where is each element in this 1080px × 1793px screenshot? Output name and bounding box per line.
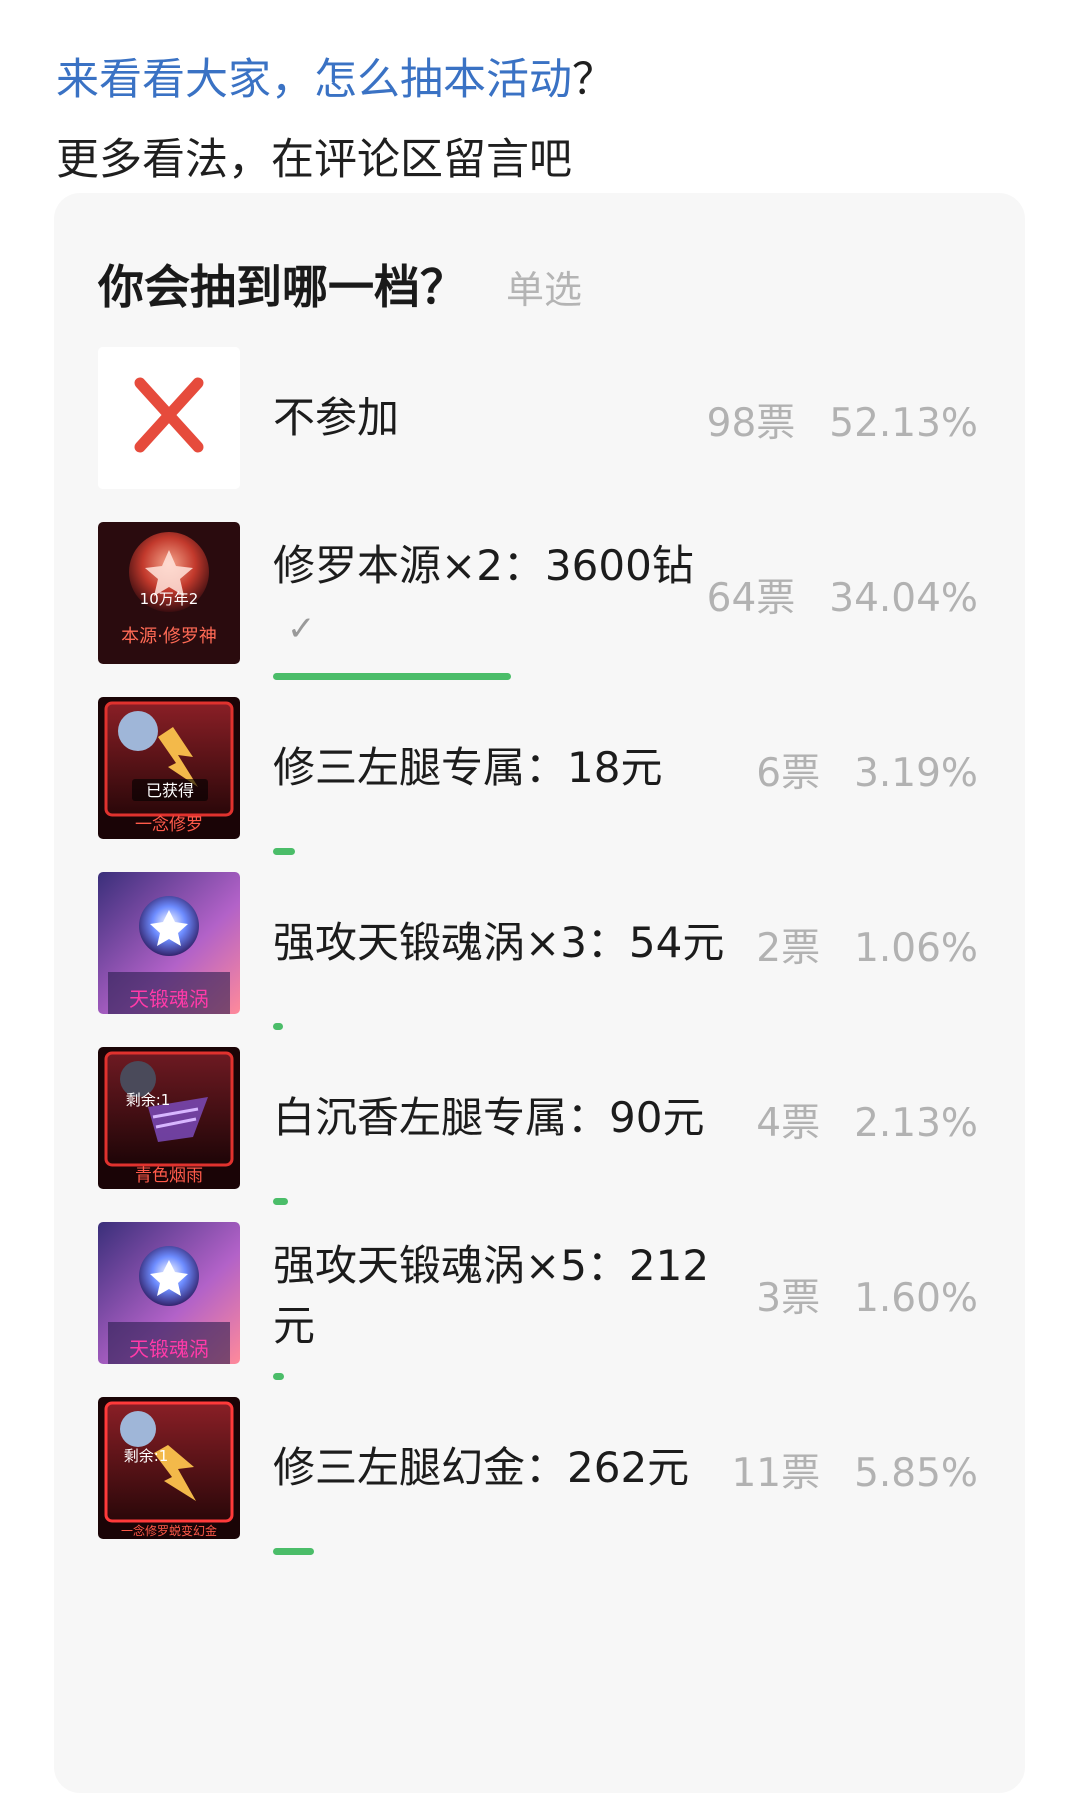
thumb-caption: 一念修罗蜕变幻金 bbox=[121, 1523, 217, 1538]
option-label: 修三左腿幻金：262元 bbox=[273, 1443, 690, 1492]
poll-option-not-participate[interactable]: 不参加 98票 52.13% bbox=[98, 345, 978, 505]
activity-link[interactable]: 来看看大家，怎么抽本活动？ bbox=[56, 40, 1036, 120]
vote-bar bbox=[273, 1548, 314, 1555]
intro-subtitle: 更多看法，在评论区留言吧 bbox=[56, 135, 572, 185]
option-label: 白沉香左腿专属：90元 bbox=[273, 1093, 705, 1142]
poll-option-baichenxiang-left-leg[interactable]: 剩余:1 青色烟雨 白沉香左腿专属：90元 4票 2.13% bbox=[98, 1045, 978, 1205]
vote-bar bbox=[273, 1023, 283, 1030]
vote-bar bbox=[273, 1373, 284, 1380]
vote-percent: 1.60% bbox=[854, 1276, 978, 1321]
thumb-caption-top: 剩余:1 bbox=[124, 1447, 169, 1465]
vote-count: 6票 bbox=[756, 751, 821, 796]
vote-percent: 34.04% bbox=[829, 576, 978, 621]
tianduan-vortex-card: 天锻魂涡 bbox=[98, 872, 240, 1014]
poll-type-label: 单选 bbox=[506, 268, 583, 312]
vote-count: 98票 bbox=[706, 401, 796, 446]
checkmark-icon: ✓ bbox=[287, 609, 316, 649]
thumb-caption-top: 已获得 bbox=[146, 781, 194, 800]
option-label: 修三左腿专属：18元 bbox=[273, 743, 663, 792]
option-stats: 6票 3.19% bbox=[756, 742, 978, 798]
vote-percent: 52.13% bbox=[829, 401, 978, 446]
poll-header: 你会抽到哪一档？ 单选 bbox=[98, 251, 582, 317]
option-stats: 2票 1.06% bbox=[756, 917, 978, 973]
option-stats: 98票 52.13% bbox=[707, 392, 978, 448]
vote-count: 3票 bbox=[756, 1276, 821, 1321]
poll-option-shura-left-leg-gold[interactable]: 剩余:1 一念修罗蜕变幻金 修三左腿幻金：262元 11票 5.85% bbox=[98, 1395, 978, 1555]
thumb-caption: 天锻魂涡 bbox=[129, 987, 209, 1011]
vote-percent: 1.06% bbox=[854, 926, 978, 971]
vote-count: 2票 bbox=[756, 926, 821, 971]
post-intro: 来看看大家，怎么抽本活动？ 更多看法，在评论区留言吧 bbox=[56, 40, 1036, 200]
option-label: 强攻天锻魂涡×3：54元 bbox=[273, 918, 725, 967]
vote-count: 64票 bbox=[706, 576, 796, 621]
poll-title: 你会抽到哪一档？ bbox=[98, 260, 466, 314]
option-stats: 4票 2.13% bbox=[756, 1092, 978, 1148]
poll-option-tianduan-x5[interactable]: 天锻魂涡 强攻天锻魂涡×5：212元 3票 1.60% bbox=[98, 1220, 978, 1380]
baichenxiang-soul-bone-card: 剩余:1 青色烟雨 bbox=[98, 1047, 240, 1189]
vote-count: 11票 bbox=[731, 1451, 821, 1496]
shura-origin-orb-icon: 10万年2 本源·修罗神 bbox=[98, 522, 240, 664]
tianduan-vortex-card: 天锻魂涡 bbox=[98, 1222, 240, 1364]
option-label: 强攻天锻魂涡×5：212元 bbox=[273, 1241, 710, 1350]
vote-percent: 5.85% bbox=[854, 1451, 978, 1496]
poll-option-shura-left-leg[interactable]: 已获得 一念修罗 修三左腿专属：18元 6票 3.19% bbox=[98, 695, 978, 855]
shura-gold-soul-bone-card: 剩余:1 一念修罗蜕变幻金 bbox=[98, 1397, 240, 1539]
option-stats: 11票 5.85% bbox=[731, 1442, 978, 1498]
vote-bar bbox=[273, 848, 295, 855]
vote-bar bbox=[273, 673, 511, 680]
poll-card: 你会抽到哪一档？ 单选 不参加 98票 52.13% 10万年2 本源·修罗神 修罗… bbox=[54, 193, 1025, 1793]
option-label: 不参加 bbox=[273, 393, 400, 442]
thumb-caption: 一念修罗 bbox=[135, 814, 203, 835]
thumb-caption-top: 10万年2 bbox=[140, 590, 199, 608]
thumb-caption: 天锻魂涡 bbox=[129, 1337, 209, 1361]
thumb-caption: 青色烟雨 bbox=[135, 1166, 203, 1186]
vote-count: 4票 bbox=[756, 1101, 821, 1146]
thumb-caption-top: 剩余:1 bbox=[126, 1091, 171, 1109]
vote-bar bbox=[273, 1198, 288, 1205]
thumb-caption: 本源·修罗神 bbox=[121, 626, 217, 647]
option-stats: 64票 34.04% bbox=[707, 567, 978, 623]
vote-percent: 3.19% bbox=[854, 751, 978, 796]
poll-option-shura-origin[interactable]: 10万年2 本源·修罗神 修罗本源×2：3600钻✓ 64票 34.04% bbox=[98, 520, 978, 680]
shura-soul-bone-card: 已获得 一念修罗 bbox=[98, 697, 240, 839]
poll-option-tianduan-x3[interactable]: 天锻魂涡 强攻天锻魂涡×3：54元 2票 1.06% bbox=[98, 870, 978, 1030]
vote-percent: 2.13% bbox=[854, 1101, 978, 1146]
option-stats: 3票 1.60% bbox=[756, 1267, 978, 1323]
red-cross-icon bbox=[98, 347, 240, 489]
option-label: 修罗本源×2：3600钻✓ bbox=[273, 541, 694, 649]
